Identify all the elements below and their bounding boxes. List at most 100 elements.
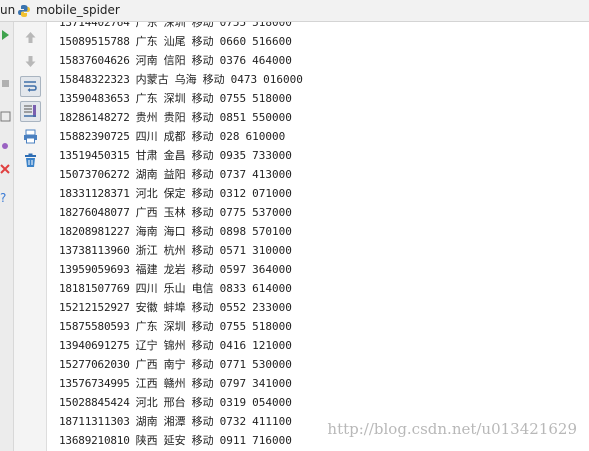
output-phone: 15089515788 [59,35,130,48]
output-zip: 341000 [252,377,292,390]
output-city: 南宁 [163,358,186,371]
output-city: 成都 [163,130,186,143]
console-toolbar [14,22,47,451]
output-zip: 364000 [252,263,292,276]
output-city: 金昌 [163,149,186,162]
output-prov: 广东 [135,320,158,333]
output-city: 乌海 [174,73,197,86]
output-area: 0755 [219,320,247,333]
output-area: 0416 [219,339,247,352]
output-city: 保定 [163,187,186,200]
output-zip: 530000 [252,358,292,371]
output-line: 15882390725 四川 成都 移动 028 610000 [59,127,285,146]
output-prov: 贵州 [135,111,158,124]
output-prov: 广东 [135,22,158,29]
output-carrier: 移动 [191,187,214,200]
output-line: 18711311303 湖南 湘潭 移动 0732 411100 [59,412,292,431]
soft-wrap-icon[interactable] [20,76,41,97]
output-line: 13590483653 广东 深圳 移动 0755 518000 [59,89,292,108]
run-tab-label[interactable]: un [0,3,15,17]
output-zip: 054000 [252,396,292,409]
output-phone: 18331128371 [59,187,130,200]
output-zip: 716000 [252,434,292,447]
print-icon[interactable] [20,126,41,147]
output-city: 海口 [163,225,186,238]
output-zip: 413000 [252,168,292,181]
scroll-to-end-icon[interactable] [20,101,41,122]
output-phone: 15875580593 [59,320,130,333]
output-area: 0319 [219,396,247,409]
output-phone: 15073706272 [59,168,130,181]
output-line: 13959059693 福建 龙岩 移动 0597 364000 [59,260,292,279]
output-area: 0775 [219,206,247,219]
output-zip: 516600 [252,35,292,48]
output-line: 18181507769 四川 乐山 电信 0833 614000 [59,279,292,298]
output-carrier: 移动 [191,168,214,181]
run-controls-strip: ? [0,22,14,451]
output-area: 0597 [219,263,247,276]
output-city: 蚌埠 [163,301,186,314]
output-zip: 518000 [252,320,292,333]
output-city: 益阳 [163,168,186,181]
output-prov: 四川 [135,282,158,295]
output-carrier: 移动 [191,415,214,428]
output-area: 0898 [219,225,247,238]
output-prov: 安徽 [135,301,158,314]
output-area: 0660 [219,35,247,48]
output-phone: 13714402764 [59,22,130,29]
output-city: 信阳 [163,54,186,67]
output-area: 028 [219,130,240,143]
output-city: 深圳 [163,92,186,105]
output-carrier: 电信 [191,282,214,295]
output-carrier: 移动 [191,225,214,238]
output-prov: 河北 [135,187,158,200]
output-zip: 411100 [252,415,292,428]
output-city: 汕尾 [163,35,186,48]
output-line: 15837604626 河南 信阳 移动 0376 464000 [59,51,292,70]
run-config-name[interactable]: mobile_spider [36,3,120,17]
title-bar: un mobile_spider [0,0,589,22]
output-line: 13738113960 浙江 杭州 移动 0571 310000 [59,241,292,260]
output-phone: 13940691275 [59,339,130,352]
output-phone: 13590483653 [59,92,130,105]
output-prov: 辽宁 [135,339,158,352]
output-area: 0911 [219,434,247,447]
output-carrier: 移动 [191,92,214,105]
output-phone: 18181507769 [59,282,130,295]
output-area: 0797 [219,377,247,390]
output-phone: 18711311303 [59,415,130,428]
output-prov: 内蒙古 [135,73,169,86]
arrow-up-icon[interactable] [20,27,41,48]
output-prov: 海南 [135,225,158,238]
run-controls-icons[interactable]: ? [0,22,14,222]
output-phone: 15848322323 [59,73,130,86]
output-city: 延安 [163,434,186,447]
output-phone: 15028845424 [59,396,130,409]
output-city: 锦州 [163,339,186,352]
output-prov: 湖南 [135,168,158,181]
output-zip: 733000 [252,149,292,162]
output-area: 0737 [219,168,247,181]
output-carrier: 移动 [191,377,214,390]
output-phone: 13959059693 [59,263,130,276]
output-line: 15028845424 河北 邢台 移动 0319 054000 [59,393,292,412]
console-output[interactable]: 13714402764 广东 深圳 移动 0755 518000 15089515788 广东… [47,22,589,451]
trash-icon[interactable] [20,150,41,171]
output-carrier: 移动 [191,244,214,257]
output-area: 0732 [219,415,247,428]
arrow-down-icon[interactable] [20,51,41,72]
output-carrier: 移动 [191,206,214,219]
output-zip: 610000 [245,130,286,143]
output-zip: 518000 [252,92,292,105]
output-zip: 071000 [252,187,292,200]
output-area: 0833 [219,282,247,295]
output-line: 15089515788 广东 汕尾 移动 0660 516600 [59,32,292,51]
output-line: 18208981227 海南 海口 移动 0898 570100 [59,222,292,241]
output-city: 邢台 [163,396,186,409]
output-line: 13519450315 甘肃 金昌 移动 0935 733000 [59,146,292,165]
output-prov: 河南 [135,54,158,67]
output-prov: 江西 [135,377,158,390]
output-prov: 广西 [135,358,158,371]
output-prov: 陕西 [135,434,158,447]
output-area: 0571 [219,244,247,257]
